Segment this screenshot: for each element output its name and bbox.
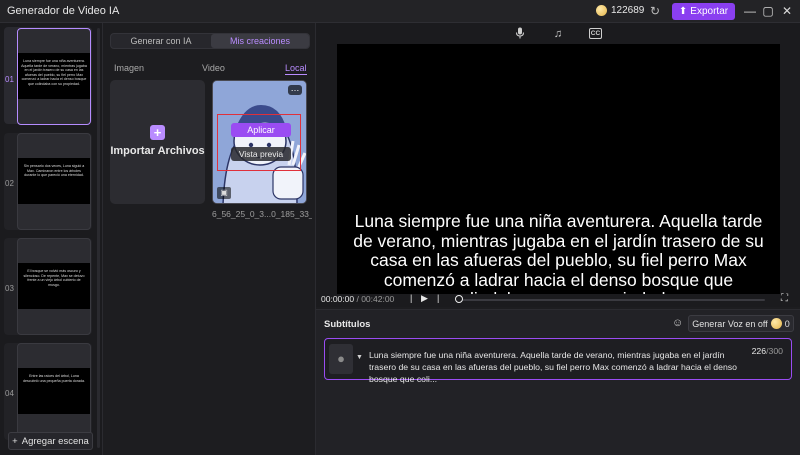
scenes-scrollbar[interactable]: [97, 28, 100, 448]
add-scene-label: Agregar escena: [21, 435, 89, 447]
scene-thumbnail-text: Entre las raíces del árbol, Luna descubr…: [23, 374, 85, 383]
subtitle-row[interactable]: ● ▼ Luna siempre fue una niña aventurera…: [324, 338, 792, 384]
voice-settings-icon[interactable]: ☺: [672, 317, 683, 329]
timeline-track[interactable]: [461, 299, 765, 301]
total-time: / 00:42:00: [356, 294, 395, 304]
filter-video[interactable]: Video: [202, 63, 225, 73]
upload-icon: ⬆: [678, 6, 688, 17]
next-frame-icon[interactable]: |: [437, 293, 439, 303]
import-files-label: Importar Archivos: [110, 145, 205, 157]
character-count-max: /300: [766, 346, 783, 356]
plus-icon: +: [150, 125, 165, 140]
scene-item-04[interactable]: 04 Entre las raíces del árbol, Luna desc…: [4, 343, 92, 440]
video-canvas[interactable]: Luna siempre fue una niña aventurera. Aq…: [337, 44, 780, 294]
scenes-panel: 01 Luna siempre fue una niña aventurera.…: [0, 23, 103, 455]
app-title: Generador de Video IA: [7, 5, 120, 17]
time-display: 00:00:00 / 00:42:00: [321, 294, 394, 304]
character-count-value: 226: [751, 346, 767, 356]
export-button[interactable]: ⬆ Exportar: [672, 3, 735, 20]
prev-frame-icon[interactable]: |: [410, 293, 412, 303]
cc-icon[interactable]: CC: [589, 28, 602, 39]
scene-thumbnail: Sin pensarlo dos veces, Luna siguió a Ma…: [17, 133, 91, 230]
add-scene-button[interactable]: + Agregar escena: [8, 432, 93, 450]
generate-voiceover-label: Generar Voz en off: [692, 318, 768, 329]
coin-icon: [596, 5, 607, 16]
media-thumbnail-card[interactable]: … Aplicar Vista previa ▣: [212, 80, 307, 204]
current-time: 00:00:00: [321, 294, 355, 304]
scene-number: 04: [5, 389, 14, 398]
scene-thumbnail: El bosque se volvió más oscuro y silenci…: [17, 238, 91, 335]
scene-item-02[interactable]: 02 Sin pensarlo dos veces, Luna siguió a…: [4, 133, 92, 230]
filter-image[interactable]: Imagen: [114, 63, 144, 73]
close-icon[interactable]: ✕: [779, 3, 795, 19]
export-label: Exportar: [690, 6, 729, 17]
preview-area: ♫ CC Luna siempre fue una niña aventurer…: [316, 23, 800, 307]
tab-my-creations[interactable]: Mis creaciones: [211, 34, 309, 48]
scene-number: 01: [5, 75, 14, 84]
subtitle-text[interactable]: Luna siempre fue una niña aventurera. Aq…: [369, 349, 744, 385]
minimize-icon[interactable]: —: [742, 3, 758, 19]
credits-value: 122689: [611, 5, 645, 16]
maximize-icon[interactable]: ▢: [760, 3, 776, 19]
title-bar: Generador de Video IA 122689 ↻ ⬆ Exporta…: [0, 0, 800, 23]
refresh-icon[interactable]: ↻: [648, 4, 662, 18]
apply-button[interactable]: Aplicar: [231, 123, 291, 137]
scene-thumbnail-text: El bosque se volvió más oscuro y silenci…: [23, 269, 85, 287]
media-tabs: Generar con IA Mis creaciones: [110, 33, 310, 49]
character-count: 226/300: [752, 346, 783, 356]
media-file-name: 6_56_25_0_3...0_185_33_p0: [212, 209, 312, 219]
scene-thumbnail-text: Sin pensarlo dos veces, Luna siguió a Ma…: [23, 164, 85, 178]
mic-icon[interactable]: [513, 27, 527, 41]
coin-icon: [770, 318, 782, 329]
scene-thumbnail: Entre las raíces del árbol, Luna descubr…: [17, 343, 91, 440]
import-files-card[interactable]: + Importar Archivos: [110, 80, 205, 204]
plus-icon: +: [12, 435, 18, 447]
music-icon[interactable]: ♫: [551, 27, 565, 41]
filter-local[interactable]: Local: [285, 63, 307, 75]
play-icon[interactable]: ▶: [421, 293, 428, 304]
more-options-icon[interactable]: …: [288, 84, 302, 95]
scene-thumbnail: Luna siempre fue una niña aventurera. Aq…: [17, 28, 91, 125]
video-caption: Luna siempre fue una niña aventurera. Aq…: [353, 211, 764, 294]
scene-thumbnail-text: Luna siempre fue una niña aventurera. Aq…: [21, 59, 87, 86]
subtitles-title: Subtítulos: [324, 319, 371, 330]
chevron-down-icon[interactable]: ▼: [356, 354, 363, 361]
fullscreen-icon[interactable]: ⛶: [781, 293, 788, 304]
timeline-playhead[interactable]: [455, 295, 463, 303]
scene-item-03[interactable]: 03 El bosque se volvió más oscuro y sile…: [4, 238, 92, 335]
scene-number: 02: [5, 179, 14, 188]
image-icon: ▣: [217, 187, 231, 199]
playback-bar: 00:00:00 / 00:42:00 | ▶ | ⛶: [316, 291, 800, 307]
scene-item-01[interactable]: 01 Luna siempre fue una niña aventurera.…: [4, 27, 92, 125]
credits-counter: 122689: [596, 5, 644, 16]
media-filters: Imagen Video Local: [114, 63, 310, 75]
scene-number: 03: [5, 284, 14, 293]
avatar-icon[interactable]: ●: [329, 344, 353, 374]
media-panel: Generar con IA Mis creaciones Imagen Vid…: [104, 23, 316, 455]
generate-voiceover-cost: 0: [784, 318, 790, 329]
generate-voiceover-button[interactable]: Generar Voz en off 0: [688, 315, 794, 332]
subtitles-panel: Subtítulos ☺ Generar Voz en off 0 ● ▼ Lu…: [316, 309, 800, 455]
preview-button[interactable]: Vista previa: [231, 147, 291, 161]
tab-generate-ai[interactable]: Generar con IA: [113, 34, 209, 48]
